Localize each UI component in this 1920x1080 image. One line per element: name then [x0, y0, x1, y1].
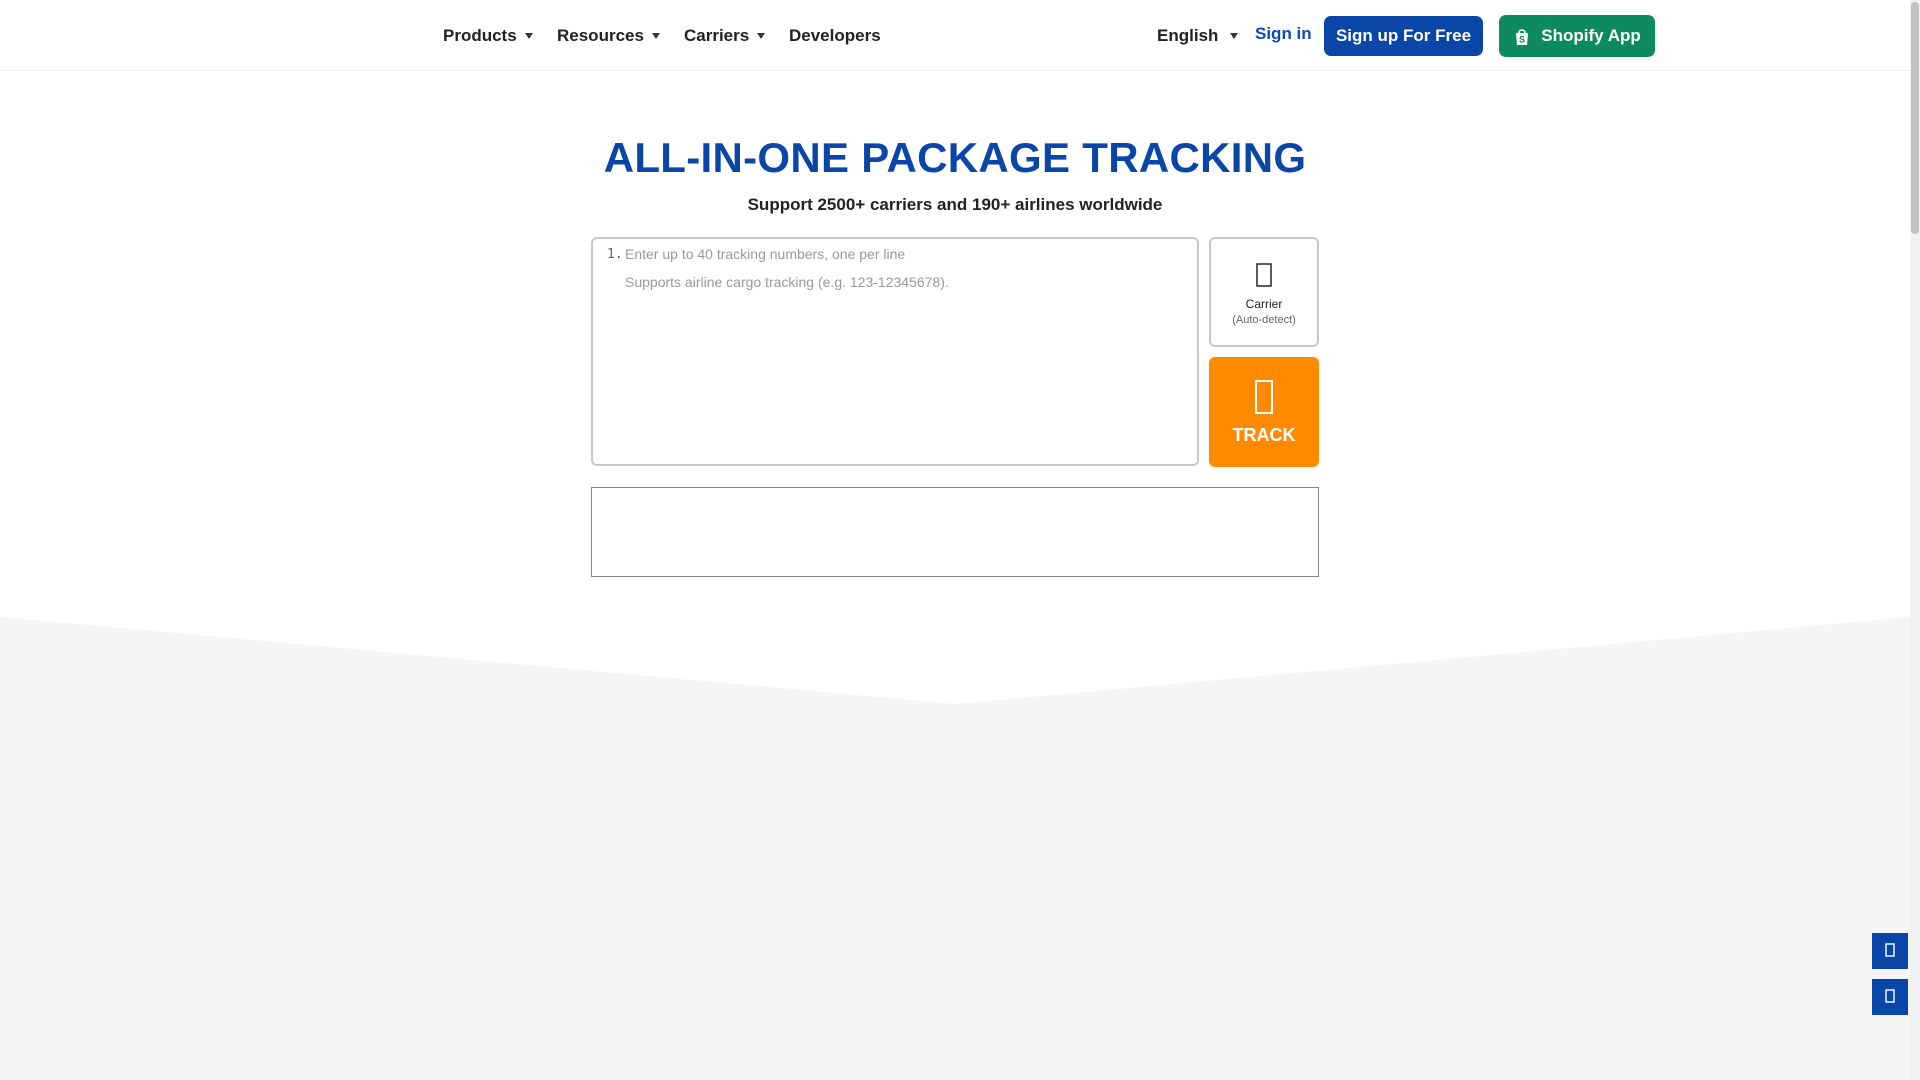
page-title: ALL-IN-ONE PACKAGE TRACKING	[603, 134, 1307, 181]
svg-text:S: S	[1519, 34, 1525, 44]
advertisement-slot	[591, 487, 1319, 577]
tracking-numbers-input[interactable]: 1. Enter up to 40 tracking numbers, one …	[591, 237, 1199, 466]
sign-up-label: Sign up For Free	[1335, 26, 1472, 45]
search-bolt-icon	[1254, 379, 1274, 415]
carrier-label: Carrier	[1245, 297, 1283, 311]
top-navigation-bar: Products Resources Carriers Developers E…	[0, 0, 1910, 71]
page-subtitle: Support 2500+ carriers and 190+ airlines…	[747, 195, 1163, 214]
nav-products[interactable]: Products	[443, 24, 533, 48]
feedback-side-button[interactable]	[1872, 933, 1908, 969]
carrier-sublabel: (Auto-detect)	[1232, 314, 1296, 326]
shopify-app-button[interactable]: S Shopify App	[1499, 15, 1655, 57]
placeholder-line-1: Enter up to 40 tracking numbers, one per…	[625, 246, 906, 262]
nav-resources-label: Resources	[557, 26, 644, 45]
placeholder-line-2: Supports airline cargo tracking (e.g. 12…	[625, 274, 949, 290]
nav-resources[interactable]: Resources	[557, 24, 660, 48]
language-selector[interactable]: English	[1157, 24, 1239, 48]
shopify-bag-icon: S	[1513, 27, 1531, 46]
nav-carriers-label: Carriers	[684, 26, 750, 45]
caret-down-icon	[524, 33, 533, 39]
sign-up-button[interactable]: Sign up For Free	[1324, 16, 1483, 56]
shopify-app-label: Shopify App	[1541, 26, 1641, 45]
carrier-selector-button[interactable]: Carrier (Auto-detect)	[1209, 237, 1319, 347]
language-label: English	[1157, 26, 1219, 45]
help-icon	[1885, 988, 1895, 1006]
caret-down-icon	[757, 33, 766, 39]
caret-down-icon	[651, 33, 660, 39]
scrollbar-thumb[interactable]	[1911, 2, 1919, 234]
nav-developers[interactable]: Developers	[789, 24, 881, 48]
help-side-button[interactable]	[1872, 979, 1908, 1015]
track-label: TRACK	[1232, 425, 1296, 445]
carrier-icon	[1256, 263, 1272, 291]
feedback-icon	[1885, 942, 1895, 960]
track-button[interactable]: TRACK	[1209, 357, 1319, 467]
nav-products-label: Products	[443, 26, 517, 45]
sign-in-link[interactable]: Sign in	[1255, 24, 1312, 44]
nav-developers-label: Developers	[789, 26, 881, 45]
gray-background-band	[0, 617, 1910, 1080]
caret-down-icon	[1230, 33, 1239, 39]
nav-carriers[interactable]: Carriers	[684, 24, 766, 48]
line-number: 1.	[607, 247, 623, 262]
